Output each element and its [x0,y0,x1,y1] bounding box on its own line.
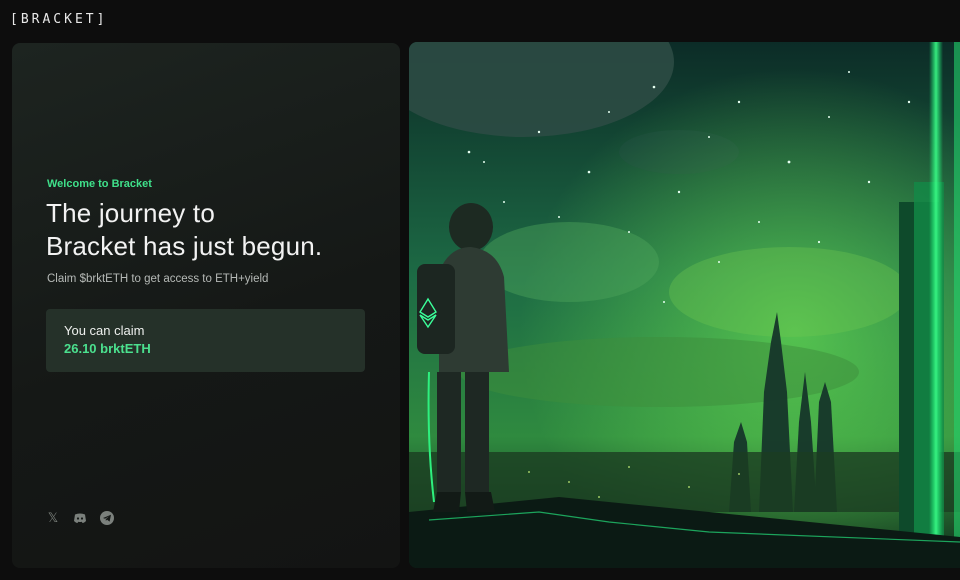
claim-amount: 26.10 brktETH [64,341,151,356]
discord-icon[interactable] [73,511,87,525]
page-title: The journey to Bracket has just begun. [46,197,386,263]
bracket-logo[interactable]: [BRACKET] [10,12,107,27]
claim-label: You can claim [64,323,145,338]
telegram-icon[interactable] [100,511,114,525]
hero-illustration [409,42,960,568]
welcome-eyebrow: Welcome to Bracket [47,178,152,190]
social-links: 𝕏 [46,511,114,525]
claim-card: You can claim 26.10 brktETH [46,309,365,372]
welcome-subtitle: Claim $brktETH to get access to ETH+yiel… [47,273,269,285]
x-icon[interactable]: 𝕏 [46,511,60,525]
welcome-panel: Welcome to Bracket The journey to Bracke… [12,43,400,568]
top-bar: [BRACKET] [0,0,960,42]
headline-line-2: Bracket has just begun. [46,231,323,261]
hero-scene [409,42,960,568]
headline-line-1: The journey to [46,198,216,228]
